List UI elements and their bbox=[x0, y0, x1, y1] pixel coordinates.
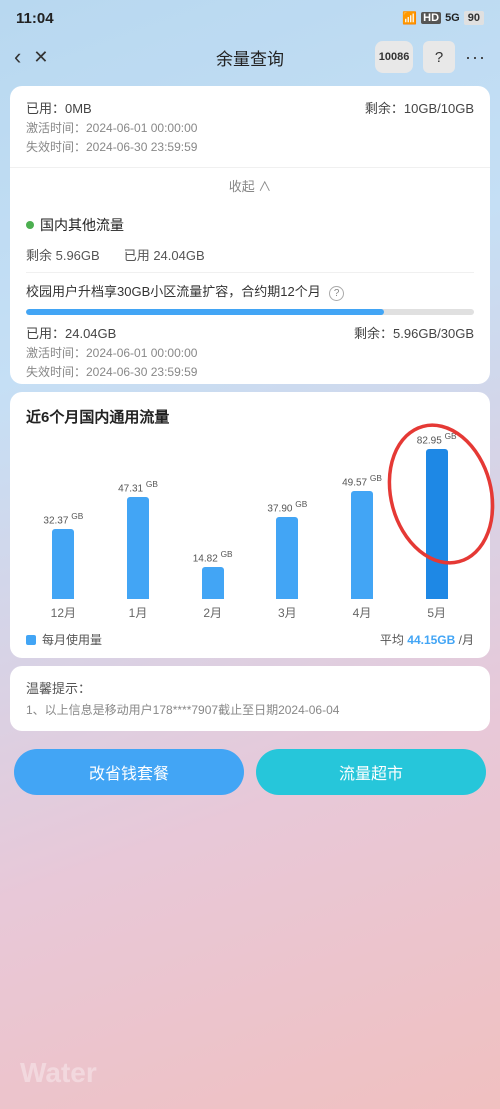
activate-date2: 激活时间：2024-06-01 00:00:00 bbox=[26, 344, 474, 361]
avg-value: 44.15GB bbox=[407, 633, 455, 647]
bar-group-apr: 49.57 GB 4月 bbox=[325, 473, 400, 621]
bar-label-mar: 37.90 GB bbox=[267, 499, 307, 514]
watermark: Water bbox=[20, 1057, 97, 1089]
bar-month-mar: 3月 bbox=[278, 604, 297, 621]
chart-title: 近6个月国内通用流量 bbox=[26, 406, 474, 427]
notice-title: 温馨提示： bbox=[26, 678, 474, 697]
avg-label: 平均 bbox=[380, 633, 404, 647]
bar-month-apr: 4月 bbox=[353, 604, 372, 621]
bar-feb bbox=[202, 567, 224, 599]
bar-group-mar: 37.90 GB 3月 bbox=[250, 499, 325, 621]
bottom-btns: 改省钱套餐 流量超市 bbox=[0, 739, 500, 815]
traffic-market-button[interactable]: 流量超市 bbox=[256, 749, 486, 795]
bar-apr bbox=[351, 491, 373, 599]
plan-desc-text: 校园用户升档享30GB小区流量扩容，合约期12个月 bbox=[26, 284, 321, 299]
bar-may bbox=[426, 449, 448, 599]
bar-label-apr: 49.57 GB bbox=[342, 473, 382, 488]
used-label2: 已用：24.04GB bbox=[26, 323, 116, 342]
chart-footer: 每月使用量 平均 44.15GB /月 bbox=[26, 631, 474, 648]
legend-label: 每月使用量 bbox=[42, 631, 102, 648]
nav-right: 10086 ? ··· bbox=[375, 41, 486, 73]
bar-label-feb: 14.82 GB bbox=[193, 549, 233, 564]
expire-date2: 失效时间：2024-06-30 23:59:59 bbox=[26, 363, 474, 380]
bar-month-dec: 12月 bbox=[51, 604, 76, 621]
save-money-button[interactable]: 改省钱套餐 bbox=[14, 749, 244, 795]
section-title: 国内其他流量 bbox=[10, 203, 490, 241]
used-stat: 已用 24.04GB bbox=[124, 245, 205, 264]
signal-icon: 5G bbox=[445, 12, 460, 24]
plan-desc-row: 校园用户升档享30GB小区流量扩容，合约期12个月 ? bbox=[10, 273, 490, 305]
stats-row: 剩余 5.96GB 已用 24.04GB bbox=[10, 241, 490, 272]
used-remain-row2: 已用：24.04GB 剩余：5.96GB/30GB 激活时间：2024-06-0… bbox=[10, 319, 490, 384]
status-icons: 📶 HD 5G 90 bbox=[402, 11, 484, 25]
chart-section: 近6个月国内通用流量 32.37 GB 12月 47.31 GB 1月 14.8… bbox=[10, 392, 490, 658]
top-section: 已用：0MB 剩余：10GB/10GB 激活时间：2024-06-01 00:0… bbox=[10, 86, 490, 167]
back-button[interactable]: ‹ bbox=[14, 44, 21, 70]
bar-group-jan: 47.31 GB 1月 bbox=[101, 479, 176, 621]
used-remain-row: 已用：0MB 剩余：10GB/10GB bbox=[26, 98, 474, 117]
bar-mar bbox=[276, 517, 298, 599]
legend-dot-icon bbox=[26, 635, 36, 645]
status-time: 11:04 bbox=[16, 10, 54, 27]
bar-dec bbox=[52, 529, 74, 599]
help-circle-icon[interactable]: ? bbox=[329, 286, 344, 301]
hd-icon: HD bbox=[421, 12, 441, 24]
collapse-button[interactable]: 收起 ∧ bbox=[10, 167, 490, 203]
wifi-icon: 📶 bbox=[402, 11, 417, 25]
bar-group-may: 82.95 GB 5月 bbox=[399, 431, 474, 621]
bar-label-jan: 47.31 GB bbox=[118, 479, 158, 494]
bar-group-dec: 32.37 GB 12月 bbox=[26, 511, 101, 621]
progress-bar-fill bbox=[26, 309, 384, 315]
notice-section: 温馨提示： 1、以上信息是移动用户178****7907截止至日期2024-06… bbox=[10, 666, 490, 731]
notice-text: 1、以上信息是移动用户178****7907截止至日期2024-06-04 bbox=[26, 701, 474, 719]
avg-unit: /月 bbox=[459, 633, 474, 647]
bar-label-dec: 32.37 GB bbox=[43, 511, 83, 526]
battery-icon: 90 bbox=[464, 11, 484, 25]
progress-wrap bbox=[10, 305, 490, 319]
hotline-button[interactable]: 10086 bbox=[375, 41, 413, 73]
bar-month-feb: 2月 bbox=[203, 604, 222, 621]
bar-jan bbox=[127, 497, 149, 599]
remain-label: 剩余：10GB/10GB bbox=[365, 98, 474, 117]
remain-stat: 剩余 5.96GB bbox=[26, 245, 100, 264]
used-label: 已用：0MB bbox=[26, 98, 92, 117]
bar-group-feb: 14.82 GB 2月 bbox=[175, 549, 250, 621]
bar-month-jan: 1月 bbox=[129, 604, 148, 621]
more-button[interactable]: ··· bbox=[465, 47, 486, 68]
page-title: 余量查询 bbox=[216, 45, 284, 70]
chart-area: 32.37 GB 12月 47.31 GB 1月 14.82 GB 2月 37.… bbox=[26, 441, 474, 621]
avg-text: 平均 44.15GB /月 bbox=[380, 631, 474, 648]
bar-label-may: 82.95 GB bbox=[417, 431, 457, 446]
nav-left: ‹ ✕ bbox=[14, 44, 48, 70]
main-card: 已用：0MB 剩余：10GB/10GB 激活时间：2024-06-01 00:0… bbox=[10, 86, 490, 384]
used-remain-flex2: 已用：24.04GB 剩余：5.96GB/30GB bbox=[26, 323, 474, 342]
close-button[interactable]: ✕ bbox=[33, 47, 48, 68]
help-button[interactable]: ? bbox=[423, 41, 455, 73]
nav-bar: ‹ ✕ 余量查询 10086 ? ··· bbox=[0, 32, 500, 82]
status-bar: 11:04 📶 HD 5G 90 bbox=[0, 0, 500, 32]
green-dot-icon bbox=[26, 221, 34, 229]
bar-month-may: 5月 bbox=[427, 604, 446, 621]
remain-label2: 剩余：5.96GB/30GB bbox=[354, 323, 474, 342]
chart-legend: 每月使用量 bbox=[26, 631, 102, 648]
activate-date: 激活时间：2024-06-01 00:00:00 bbox=[26, 119, 474, 136]
progress-bar-bg bbox=[26, 309, 474, 315]
expire-date: 失效时间：2024-06-30 23:59:59 bbox=[26, 138, 474, 155]
